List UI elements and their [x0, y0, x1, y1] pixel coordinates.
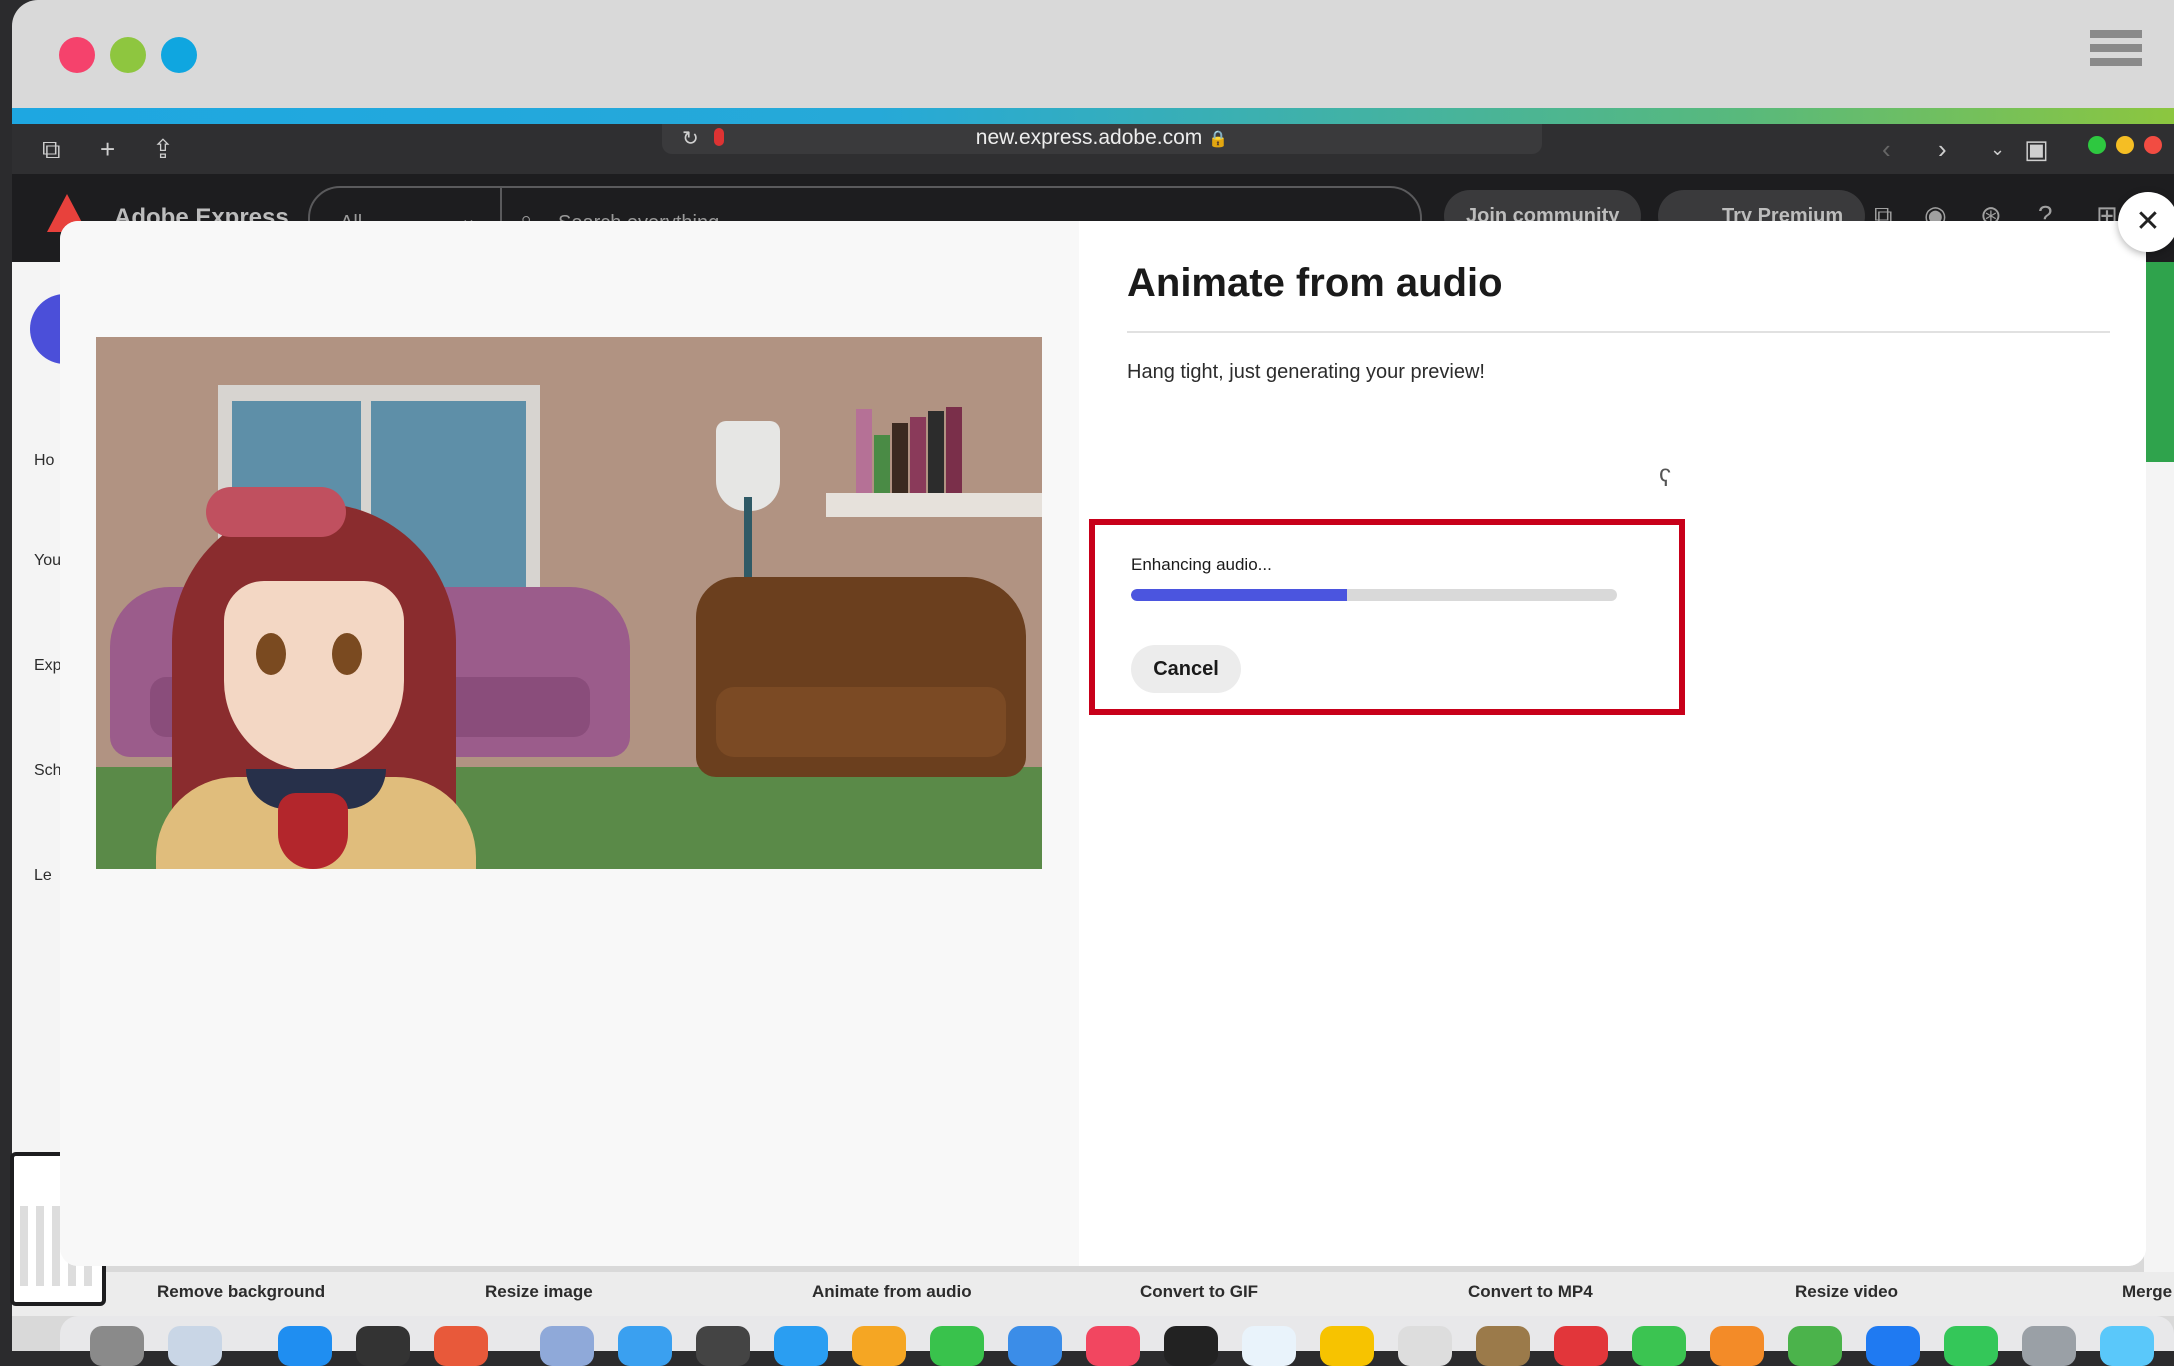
browser-toolbar: ⧉ + ⇪ ↻ new.express.adobe.com 🔒 ‹ › ⌄ ▣ [12, 124, 2174, 174]
sidebar-icon[interactable]: ▣ [2024, 134, 2049, 164]
close-icon[interactable]: ✕ [2118, 192, 2174, 252]
app-icon[interactable] [852, 1326, 906, 1366]
app-icon[interactable] [930, 1326, 984, 1366]
share-icon[interactable]: ⇪ [152, 134, 174, 164]
preview-panel [60, 221, 1079, 1266]
status-message: Hang tight, just generating your preview… [1127, 361, 1485, 383]
app-icon[interactable] [1242, 1326, 1296, 1366]
qa-animate-from-audio[interactable]: Animate from audio [812, 1282, 972, 1302]
chevron-down-icon[interactable]: ⌄ [1990, 134, 2005, 164]
menu-icon[interactable] [2090, 30, 2142, 80]
divider [1127, 331, 2110, 333]
mail-icon[interactable] [1398, 1326, 1452, 1366]
dialog-title: Animate from audio [1127, 261, 1503, 305]
cancel-button[interactable]: Cancel [1131, 645, 1241, 693]
rail-item-home[interactable]: Ho [34, 452, 54, 470]
facetime-icon[interactable] [1632, 1326, 1686, 1366]
loading-spinner-icon: ʕ [1659, 465, 1671, 492]
calendar-icon[interactable] [1554, 1326, 1608, 1366]
qa-merge[interactable]: Merge [2122, 1282, 2172, 1302]
app-icon[interactable] [1866, 1326, 1920, 1366]
qa-resize-video[interactable]: Resize video [1795, 1282, 1898, 1302]
back-icon[interactable]: ‹ [1882, 134, 1891, 164]
qa-resize-image[interactable]: Resize image [485, 1282, 593, 1302]
app-store-icon[interactable] [278, 1326, 332, 1366]
rail-item-schedule[interactable]: Sch [34, 762, 62, 780]
accent-gradient-bar [12, 108, 2174, 124]
music-icon[interactable] [1086, 1326, 1140, 1366]
photos-icon[interactable] [1710, 1326, 1764, 1366]
lock-icon: 🔒 [1208, 131, 1229, 148]
app-icon[interactable] [540, 1326, 594, 1366]
qa-remove-background[interactable]: Remove background [157, 1282, 325, 1302]
qa-convert-to-mp4[interactable]: Convert to MP4 [1468, 1282, 1593, 1302]
launchpad-icon[interactable] [356, 1326, 410, 1366]
app-icon[interactable] [696, 1326, 750, 1366]
rail-item-explore[interactable]: Exp [34, 657, 62, 675]
settings-panel: Animate from audio Hang tight, just gene… [1079, 221, 2146, 1266]
window-close-dot[interactable] [59, 37, 95, 73]
progress-label: Enhancing audio... [1131, 555, 1272, 574]
messages-icon[interactable] [1944, 1326, 1998, 1366]
character-preview-image [96, 337, 1042, 869]
window-minimize-dot[interactable] [110, 37, 146, 73]
safari-icon[interactable] [618, 1326, 672, 1366]
app-icon[interactable] [1164, 1326, 1218, 1366]
rail-item-learn[interactable]: Le [34, 867, 52, 885]
app-icon[interactable] [434, 1326, 488, 1366]
quick-actions-bar: Remove background Resize image Animate f… [12, 1272, 2174, 1316]
forward-icon[interactable]: › [1938, 134, 1947, 164]
app-icon[interactable] [1008, 1326, 1062, 1366]
app-icon[interactable] [1476, 1326, 1530, 1366]
window-zoom-dot[interactable] [161, 37, 197, 73]
url-text: new.express.adobe.com [975, 126, 1203, 149]
tab-overview-icon[interactable]: ⧉ [42, 134, 61, 164]
qa-convert-to-gif[interactable]: Convert to GIF [1140, 1282, 1258, 1302]
notes-icon[interactable] [1320, 1326, 1374, 1366]
address-bar[interactable]: ↻ new.express.adobe.com 🔒 [662, 124, 1542, 154]
animate-from-audio-dialog: Animate from audio Hang tight, just gene… [60, 221, 2146, 1266]
rail-item-your-stuff[interactable]: You [34, 552, 61, 570]
mini-red-dot[interactable] [2144, 136, 2162, 154]
dock [60, 1316, 2174, 1366]
app-icon[interactable] [774, 1326, 828, 1366]
mini-green-dot[interactable] [2088, 136, 2106, 154]
mini-yellow-dot[interactable] [2116, 136, 2134, 154]
trash-icon[interactable] [90, 1326, 144, 1366]
right-strip [2144, 262, 2174, 1272]
progress-section: Enhancing audio... Cancel [1089, 519, 1685, 715]
new-tab-icon[interactable]: + [100, 134, 115, 164]
app-icon[interactable] [2022, 1326, 2076, 1366]
maps-icon[interactable] [1788, 1326, 1842, 1366]
preview-icon[interactable] [168, 1326, 222, 1366]
progress-bar [1131, 589, 1617, 601]
progress-bar-fill [1131, 589, 1348, 601]
banner-thumbnail [2144, 262, 2174, 462]
finder-icon[interactable] [2100, 1326, 2154, 1366]
